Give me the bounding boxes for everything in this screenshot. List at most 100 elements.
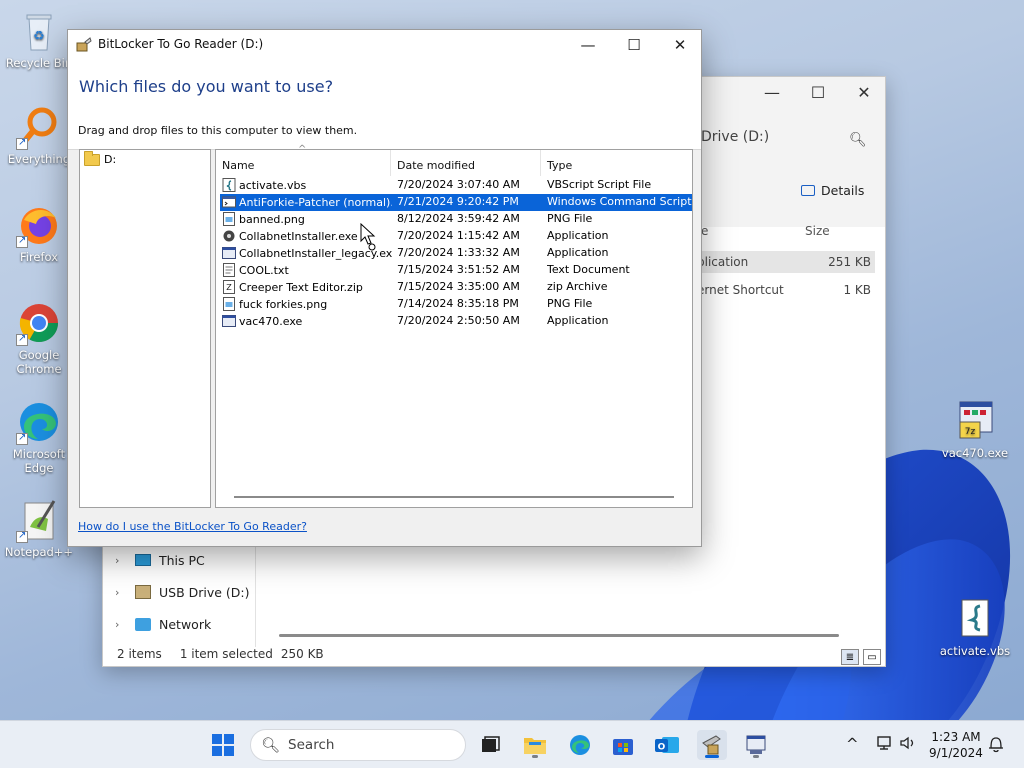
minimize-button[interactable]: — bbox=[565, 30, 611, 60]
edge-icon bbox=[16, 399, 62, 445]
file-date: 7/20/2024 2:50:50 AM bbox=[397, 314, 520, 327]
desktop-icon-label: Firefox bbox=[19, 250, 59, 264]
details-label: Details bbox=[821, 183, 865, 198]
file-name: CollabnetInstaller.exe bbox=[239, 229, 358, 243]
search-icon[interactable]: 🔍︎ bbox=[849, 132, 867, 148]
nav-item-network[interactable]: › Network bbox=[115, 613, 211, 635]
edge-taskbar-icon[interactable] bbox=[565, 730, 595, 760]
close-button[interactable]: ✕ bbox=[657, 30, 703, 60]
app-taskbar-icon[interactable] bbox=[741, 730, 771, 760]
taskbar-clock[interactable]: 1:23 AM 9/1/2024 bbox=[920, 729, 992, 761]
chevron-right-icon[interactable]: › bbox=[115, 554, 127, 567]
volume-icon[interactable] bbox=[899, 735, 917, 755]
explorer-status-bar: 2 items 1 item selected 250 KB bbox=[103, 642, 885, 666]
dialog-heading: Which files do you want to use? bbox=[79, 77, 334, 96]
maximize-button[interactable]: ☐ bbox=[611, 30, 657, 60]
file-name: activate.vbs bbox=[239, 178, 307, 192]
explorer-address-bar[interactable]: Drive (D:) bbox=[701, 129, 769, 145]
file-explorer-taskbar-icon[interactable] bbox=[520, 730, 550, 760]
file-row[interactable]: COOL.txt 7/15/2024 3:51:52 AM Text Documen… bbox=[220, 262, 692, 279]
dialog-titlebar[interactable]: BitLocker To Go Reader (D:) — ☐ ✕ bbox=[68, 30, 701, 60]
explorer-horizontal-scrollbar[interactable] bbox=[279, 634, 839, 637]
desktop-icon-label: Microsoft Edge bbox=[12, 447, 66, 475]
taskbar-search-placeholder: Search bbox=[288, 737, 335, 753]
chevron-right-icon[interactable]: › bbox=[115, 586, 127, 599]
file-date: 7/15/2024 3:35:00 AM bbox=[397, 280, 520, 293]
file-name: fuck forkies.png bbox=[239, 297, 328, 311]
column-header-date[interactable]: Date modified bbox=[391, 150, 541, 176]
bitlocker-reader-taskbar-icon[interactable] bbox=[697, 730, 727, 760]
vbs-script-icon bbox=[222, 178, 236, 192]
explorer-minimize-button[interactable]: — bbox=[749, 77, 795, 107]
network-status-icon[interactable] bbox=[876, 735, 894, 755]
store-taskbar-icon[interactable] bbox=[608, 730, 638, 760]
bitlocker-drive-icon bbox=[135, 585, 151, 599]
folder-tree[interactable]: D: bbox=[79, 149, 211, 508]
file-row[interactable]: fuck forkies.png 7/14/2024 8:35:18 PM PNG … bbox=[220, 296, 692, 313]
search-icon: 🔍︎ bbox=[261, 736, 281, 754]
desktop-icon-everything[interactable]: Everything bbox=[1, 104, 77, 166]
chevron-right-icon[interactable]: › bbox=[115, 618, 127, 631]
column-size[interactable]: Size bbox=[805, 224, 830, 238]
outlook-taskbar-icon[interactable]: O bbox=[652, 730, 682, 760]
desktop-icon-activate[interactable]: activate.vbs bbox=[937, 596, 1013, 658]
column-type[interactable]: e bbox=[701, 224, 708, 238]
desktop-icon-firefox[interactable]: Firefox bbox=[1, 202, 77, 264]
explorer-maximize-button[interactable]: ☐ bbox=[795, 77, 841, 107]
file-row[interactable]: banned.png 8/12/2024 3:59:42 AM PNG File bbox=[220, 211, 692, 228]
chevron-up-icon[interactable]: ^ bbox=[846, 735, 859, 753]
file-row[interactable]: CollabnetInstaller_legacy.exe 7/20/2024 1… bbox=[220, 245, 692, 262]
desktop-icon-notepadpp[interactable]: Notepad++ bbox=[1, 497, 77, 559]
file-date: 7/20/2024 3:07:40 AM bbox=[397, 178, 520, 191]
file-type: Text Document bbox=[547, 263, 630, 276]
status-selected: 1 item selected bbox=[179, 647, 273, 661]
desktop-icon-recycle-bin[interactable]: ♻ Recycle Bin bbox=[1, 8, 77, 70]
desktop-icon-edge[interactable]: Microsoft Edge bbox=[1, 399, 77, 475]
svg-text:♻: ♻ bbox=[33, 29, 45, 44]
png-file-icon bbox=[222, 212, 236, 226]
desktop-icon-label: Notepad++ bbox=[4, 545, 74, 559]
tree-item-label: D: bbox=[104, 153, 117, 166]
file-row[interactable]: CollabnetInstaller.exe 7/20/2024 1:15:42 … bbox=[220, 228, 692, 245]
file-date: 8/12/2024 3:59:42 AM bbox=[397, 212, 520, 225]
tiles-view-icon[interactable]: ▭ bbox=[863, 649, 881, 665]
table-row[interactable]: ernet Shortcut 1 KB bbox=[693, 279, 875, 301]
app-window-icon: 7z bbox=[952, 398, 998, 444]
notification-bell-icon[interactable] bbox=[988, 735, 1004, 757]
bitlocker-reader-dialog[interactable]: BitLocker To Go Reader (D:) — ☐ ✕ Which … bbox=[67, 29, 702, 547]
mouse-cursor-icon bbox=[360, 223, 376, 251]
dialog-instruction: Drag and drop files to this computer to … bbox=[78, 124, 358, 137]
file-row[interactable]: AntiForkie-Patcher (normal).... 7/21/2024… bbox=[220, 194, 692, 211]
tree-item-root[interactable]: D: bbox=[84, 150, 117, 166]
svg-text:O: O bbox=[658, 743, 666, 753]
table-row[interactable]: plication 251 KB bbox=[693, 251, 875, 273]
file-type: PNG File bbox=[547, 212, 593, 225]
file-list[interactable]: ^ Name Date modified Type activate.vbs 7/… bbox=[215, 144, 693, 508]
help-link[interactable]: How do I use the BitLocker To Go Reader? bbox=[78, 520, 307, 533]
details-pane-button[interactable]: Details bbox=[801, 183, 864, 198]
taskbar-search[interactable]: 🔍︎ Search bbox=[250, 729, 466, 761]
file-row[interactable]: vac470.exe 7/20/2024 2:50:50 AM Applicatio… bbox=[220, 313, 692, 330]
start-button[interactable] bbox=[208, 730, 238, 760]
desktop-icon-vac470[interactable]: 7z vac470.exe bbox=[937, 398, 1013, 460]
file-type: Windows Command Script bbox=[547, 195, 692, 208]
desktop-icon-label: vac470.exe bbox=[941, 446, 1009, 460]
file-name: banned.png bbox=[239, 212, 305, 226]
dialog-title: BitLocker To Go Reader (D:) bbox=[98, 37, 264, 51]
app-window-icon bbox=[222, 314, 236, 328]
nav-item-usb-drive[interactable]: › USB Drive (D:) bbox=[115, 581, 250, 603]
file-row[interactable]: Z Creeper Text Editor.zip 7/15/2024 3:35:0… bbox=[220, 279, 692, 296]
file-row[interactable]: activate.vbs 7/20/2024 3:07:40 AM VBScript… bbox=[220, 177, 692, 194]
file-list-horizontal-scrollbar[interactable] bbox=[234, 496, 674, 498]
nav-item-this-pc[interactable]: › This PC bbox=[115, 549, 205, 571]
desktop-icon-label: Everything bbox=[7, 152, 71, 166]
firefox-icon bbox=[16, 202, 62, 248]
clock-date: 9/1/2024 bbox=[929, 746, 983, 760]
task-view-icon[interactable] bbox=[475, 730, 505, 760]
column-header-type[interactable]: Type bbox=[541, 150, 692, 176]
column-header-name[interactable]: Name bbox=[216, 150, 391, 176]
explorer-close-button[interactable]: ✕ bbox=[841, 77, 887, 107]
details-view-icon[interactable]: ≣ bbox=[841, 649, 859, 665]
file-type: Application bbox=[547, 229, 609, 242]
desktop-icon-chrome[interactable]: Google Chrome bbox=[1, 300, 77, 376]
